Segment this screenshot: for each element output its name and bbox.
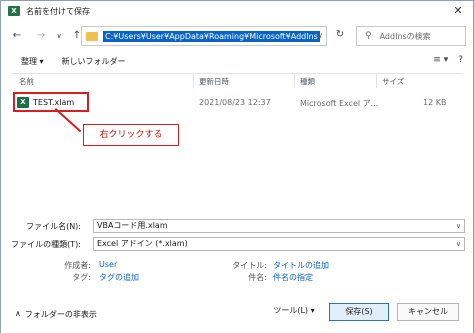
file-modified: 2021/08/23 12:37 — [199, 98, 271, 107]
search-icon: ⚲ — [365, 31, 372, 41]
organize-button[interactable]: 整理 ▾ — [21, 56, 44, 67]
tools-button[interactable]: ツール(L) ▾ — [265, 303, 323, 321]
tags-label: タグ: — [72, 273, 91, 282]
filename-input[interactable]: VBAコード用.xlam ∨ — [93, 219, 465, 233]
save-button[interactable]: 保存(S) — [329, 303, 389, 321]
folder-icon — [86, 31, 98, 41]
column-divider[interactable] — [193, 74, 194, 88]
filetype-label: ファイルの種類(T): — [11, 240, 81, 249]
refresh-icon[interactable]: ↻ — [333, 28, 347, 42]
filetype-select[interactable]: Excel アドイン (*.xlam) ∨ — [93, 237, 465, 251]
navigation-bar: ← → ∨ ↑ C:¥Users¥User¥AppData¥Roaming¥Mi… — [1, 23, 473, 49]
back-icon[interactable]: ← — [9, 28, 25, 44]
column-header-type[interactable]: 種類 — [300, 76, 315, 87]
view-options-icon[interactable]: ≡ ▾ — [433, 55, 448, 65]
address-bar[interactable]: C:¥Users¥User¥AppData¥Roaming¥Microsoft¥… — [81, 26, 327, 46]
author-label: 作成者: — [64, 261, 91, 270]
cancel-button[interactable]: キャンセル — [397, 303, 459, 321]
title-bar: X 名前を付けて保存 ✕ — [1, 1, 473, 21]
highlight-box — [13, 92, 89, 112]
hide-folders-toggle[interactable]: ∧ フォルダーの非表示 — [15, 309, 97, 320]
forward-icon[interactable]: → — [33, 28, 49, 44]
column-divider[interactable] — [376, 74, 377, 88]
toolbar: 整理 ▾ 新しいフォルダー ≡ ▾ ? — [1, 53, 473, 69]
chevron-up-icon: ∧ — [15, 309, 21, 318]
file-size: 12 KB — [423, 98, 447, 107]
subject-value[interactable]: 件名の指定 — [273, 272, 313, 283]
author-value[interactable]: User — [99, 260, 117, 269]
hide-folders-label: フォルダーの非表示 — [24, 310, 97, 319]
close-icon[interactable]: ✕ — [451, 4, 465, 18]
save-as-dialog: X 名前を付けて保存 ✕ ← → ∨ ↑ C:¥Users¥User¥AppDa… — [0, 0, 474, 333]
address-path[interactable]: C:¥Users¥User¥AppData¥Roaming¥Microsoft¥… — [103, 30, 320, 42]
chevron-down-icon[interactable]: ∨ — [456, 220, 461, 232]
column-header-size[interactable]: サイズ — [382, 76, 404, 87]
column-header-name[interactable]: 名前 — [19, 76, 34, 87]
column-header-modified[interactable]: 更新日時 — [199, 76, 229, 87]
filename-value: VBAコード用.xlam — [97, 221, 168, 230]
search-input[interactable]: ⚲ AddInsの検索 — [356, 26, 466, 46]
chevron-down-icon[interactable]: ∨ — [456, 238, 461, 250]
tags-value[interactable]: タグの追加 — [99, 272, 139, 283]
window-title: 名前を付けて保存 — [26, 6, 90, 16]
filename-label: ファイル名(N): — [26, 222, 81, 231]
chevron-down-icon[interactable]: ∨ — [51, 28, 67, 44]
search-placeholder: AddInsの検索 — [379, 31, 431, 41]
column-divider[interactable] — [294, 74, 295, 88]
subject-label: 件名: — [248, 273, 267, 282]
title-label: タイトル: — [232, 261, 267, 270]
chevron-down-icon[interactable]: ∨ — [317, 31, 323, 40]
excel-icon: X — [8, 6, 20, 16]
new-folder-button[interactable]: 新しいフォルダー — [62, 56, 126, 67]
filetype-value: Excel アドイン (*.xlam) — [97, 239, 188, 248]
file-type: Microsoft Excel ア... — [300, 99, 379, 108]
title-value[interactable]: タイトルの追加 — [273, 260, 329, 271]
callout-label: 右クリックする — [83, 124, 179, 146]
help-icon[interactable]: ? — [458, 55, 463, 65]
